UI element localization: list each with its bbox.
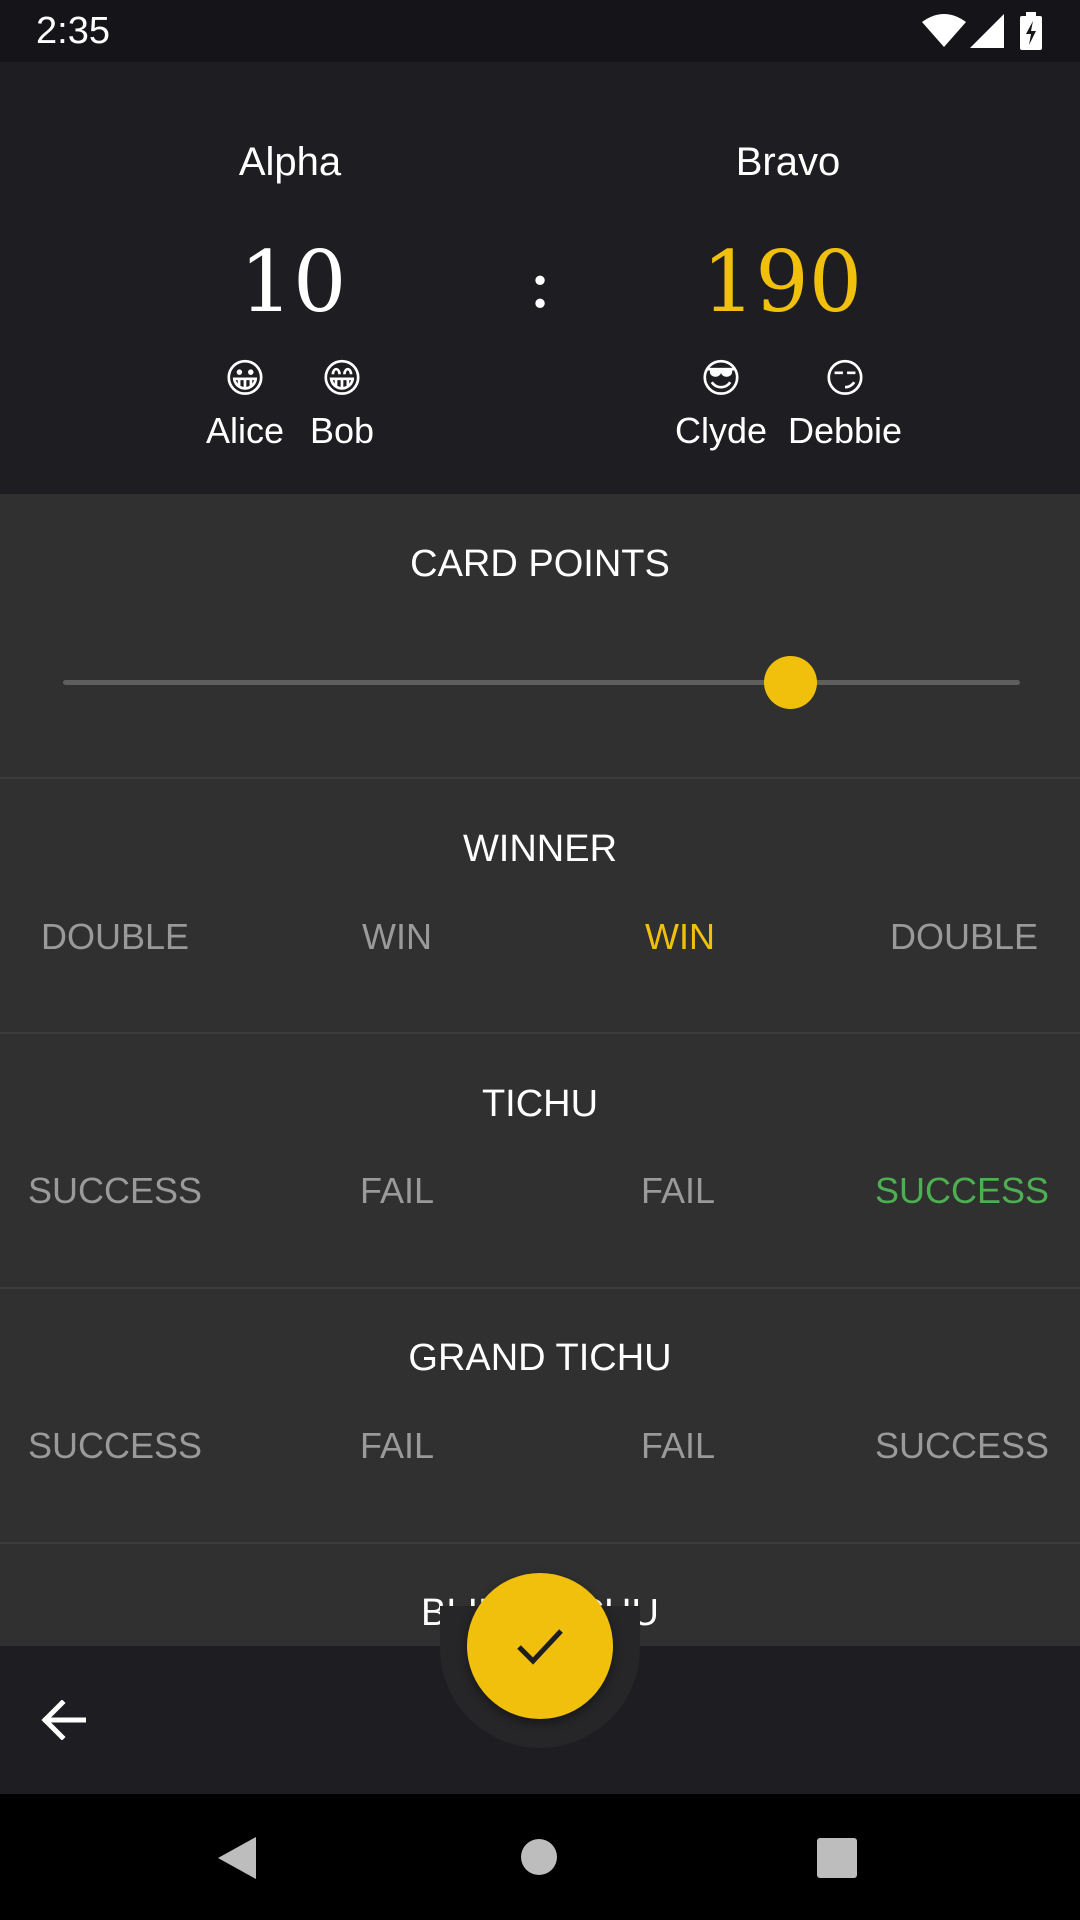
card-points-slider-thumb[interactable] [763,656,817,709]
player-clyde-emoji: 😎 [700,357,742,401]
tichu-fail-alpha-option[interactable]: FAIL [257,1169,537,1213]
tichu-success-bravo-option[interactable]: SUCCESS [822,1169,1080,1213]
nav-recents-icon[interactable] [817,1838,857,1878]
winner-win-bravo-option[interactable]: WIN [540,915,820,959]
player-bob-emoji: 😁 [321,357,363,401]
card-points-section [0,494,1080,779]
grand-tichu-title: GRAND TICHU [408,1337,672,1379]
battery-charging-icon [1020,12,1042,50]
score-separator: : [527,240,553,324]
grand-tichu-success-bravo-option[interactable]: SUCCESS [822,1424,1080,1468]
card-points-title: CARD POINTS [410,543,670,585]
status-time: 2:35 [36,10,110,52]
arrow-back-icon[interactable] [40,1700,86,1740]
signal-icon [970,14,1004,48]
navigation-bar [0,1794,1080,1920]
player-alice-emoji: 😀 [224,357,266,401]
grand-tichu-success-alpha-option[interactable]: SUCCESS [0,1424,255,1468]
tichu-title: TICHU [481,1083,599,1125]
winner-section [0,779,1080,1034]
nav-home-icon[interactable] [520,1838,558,1876]
wifi-icon [922,14,966,47]
winner-title: WINNER [462,828,618,870]
player-bob-name: Bob [309,410,375,451]
team-bravo-score: 190 [701,233,863,331]
winner-double-alpha-option[interactable]: DOUBLE [0,915,255,959]
player-debbie-emoji: 😏 [824,357,866,401]
team-alpha-score: 10 [239,233,347,331]
tichu-section [0,1034,1080,1289]
grand-tichu-section [0,1289,1080,1544]
confirm-fab-button[interactable] [467,1573,613,1719]
team-alpha-name: Alpha [238,140,342,184]
card-points-slider-track[interactable] [63,680,1020,685]
tichu-fail-bravo-option[interactable]: FAIL [538,1169,818,1213]
winner-double-bravo-option[interactable]: DOUBLE [824,915,1080,959]
check-icon [517,1629,563,1665]
nav-back-icon[interactable] [216,1835,258,1881]
tichu-success-alpha-option[interactable]: SUCCESS [0,1169,255,1213]
status-bar: 2:35 [0,0,1080,62]
winner-win-alpha-option[interactable]: WIN [257,915,537,959]
team-bravo-name: Bravo [735,140,841,184]
player-debbie-name: Debbie [787,410,903,451]
grand-tichu-fail-bravo-option[interactable]: FAIL [538,1424,818,1468]
grand-tichu-fail-alpha-option[interactable]: FAIL [257,1424,537,1468]
